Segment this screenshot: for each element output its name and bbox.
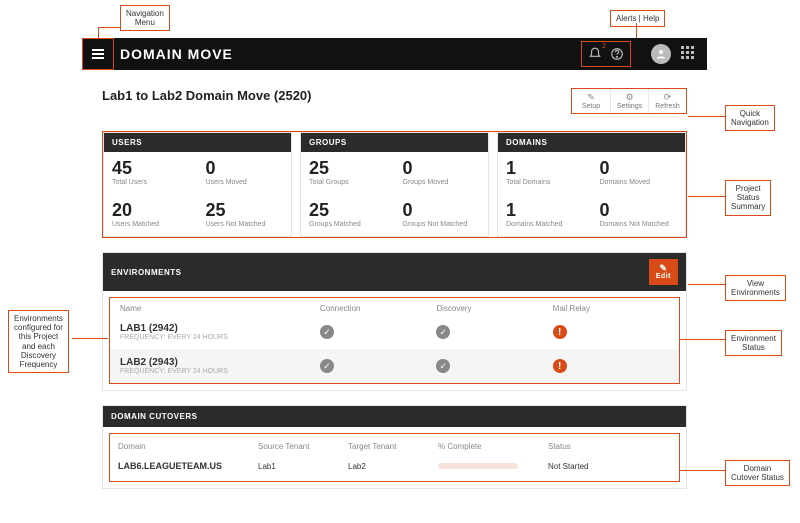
users-card-title: USERS xyxy=(104,133,291,152)
callout-envstatus: Environment Status xyxy=(725,330,782,356)
callout-summary: Project Status Summary xyxy=(725,180,771,216)
hamburger-icon xyxy=(91,48,105,60)
callout-viewenv: View Environments xyxy=(725,275,786,301)
environments-panel: ENVIRONMENTS ✎ Edit Name Connection Disc… xyxy=(102,252,687,391)
user-avatar[interactable] xyxy=(651,44,671,64)
cutover-row[interactable]: LAB6.LEAGUETEAM.US Lab1 Lab2 Not Started xyxy=(118,455,671,471)
callout-nav: Navigation Menu xyxy=(120,5,170,31)
check-icon: ✓ xyxy=(436,359,450,373)
bell-icon xyxy=(588,47,602,61)
topbar-right: 2 xyxy=(581,41,707,67)
check-icon: ✓ xyxy=(436,325,450,339)
help-icon xyxy=(610,47,624,61)
col-name: Name xyxy=(120,304,320,313)
environments-title: ENVIRONMENTS xyxy=(111,268,181,277)
callout-cutstatus: Domain Cutover Status xyxy=(725,460,790,486)
top-bar: DOMAIN MOVE 2 xyxy=(82,38,707,70)
edit-icon: ✎ xyxy=(659,264,667,273)
alerts-help-group: 2 xyxy=(581,41,631,67)
help-button[interactable] xyxy=(610,47,624,61)
warning-icon: ! xyxy=(553,325,567,339)
groups-card: GROUPS 25Total Groups 0Groups Moved 25Gr… xyxy=(300,132,489,237)
brand-title: DOMAIN MOVE xyxy=(120,46,233,62)
check-icon: ✓ xyxy=(320,325,334,339)
col-mail: Mail Relay xyxy=(553,304,669,313)
quicknav-setup[interactable]: ✎Setup xyxy=(572,89,610,113)
environments-edit-button[interactable]: ✎ Edit xyxy=(649,259,678,285)
alerts-button[interactable]: 2 xyxy=(588,47,602,61)
alert-badge: 2 xyxy=(602,43,606,50)
gear-icon: ⚙ xyxy=(611,92,648,103)
progress-bar xyxy=(438,463,518,469)
main-content: Lab1 to Lab2 Domain Move (2520) ✎Setup ⚙… xyxy=(102,88,687,489)
groups-card-title: GROUPS xyxy=(301,133,488,152)
environment-row[interactable]: LAB1 (2942)FREQUENCY: EVERY 24 HOURS ✓ ✓… xyxy=(110,315,679,349)
col-discovery: Discovery xyxy=(436,304,552,313)
environments-table: Name Connection Discovery Mail Relay LAB… xyxy=(109,297,680,384)
user-icon xyxy=(655,48,667,60)
cutovers-panel: DOMAIN CUTOVERS Domain Source Tenant Tar… xyxy=(102,405,687,489)
callout-alerts: Alerts | Help xyxy=(610,10,665,27)
status-summary: USERS 45Total Users 0Users Moved 20Users… xyxy=(102,131,687,238)
quicknav-refresh[interactable]: ⟳Refresh xyxy=(648,89,686,113)
callout-envconf: Environments configured for this Project… xyxy=(8,310,69,373)
users-card: USERS 45Total Users 0Users Moved 20Users… xyxy=(103,132,292,237)
check-icon: ✓ xyxy=(320,359,334,373)
nav-menu-button[interactable] xyxy=(82,38,114,70)
warning-icon: ! xyxy=(553,359,567,373)
quicknav-settings[interactable]: ⚙Settings xyxy=(610,89,648,113)
cutovers-table: Domain Source Tenant Target Tenant % Com… xyxy=(109,433,680,482)
domains-card-title: DOMAINS xyxy=(498,133,685,152)
refresh-icon: ⟳ xyxy=(649,92,686,103)
col-connection: Connection xyxy=(320,304,436,313)
domains-card: DOMAINS 1Total Domains 0Domains Moved 1D… xyxy=(497,132,686,237)
quick-nav: ✎Setup ⚙Settings ⟳Refresh xyxy=(571,88,687,114)
apps-button[interactable] xyxy=(681,46,697,62)
environment-row[interactable]: LAB2 (2943)FREQUENCY: EVERY 24 HOURS ✓ ✓… xyxy=(110,349,679,383)
wrench-icon: ✎ xyxy=(572,92,610,103)
callout-quicknav: Quick Navigation xyxy=(725,105,775,131)
cutovers-title: DOMAIN CUTOVERS xyxy=(111,412,197,421)
